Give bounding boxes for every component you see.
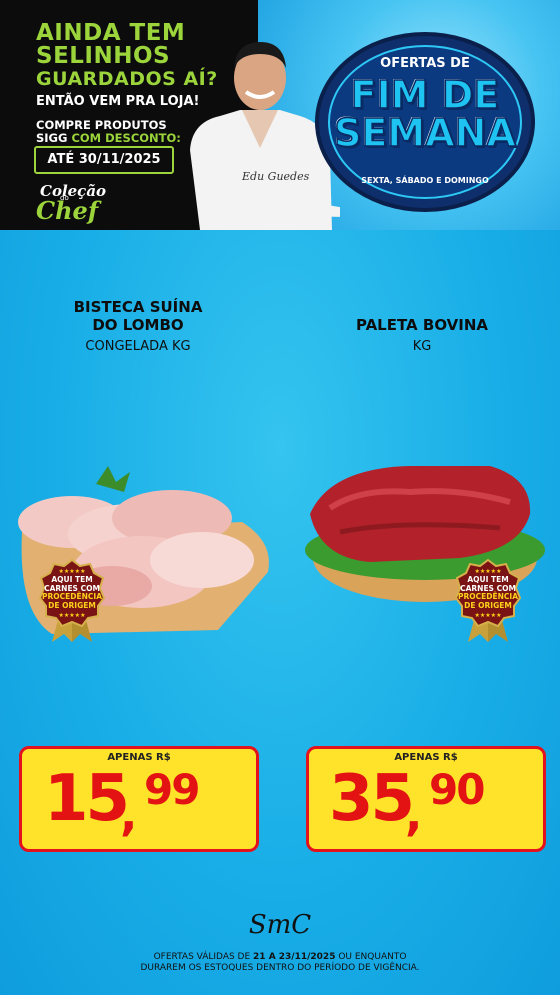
colecao-do-chef-logo: Coleção do Chef — [36, 182, 107, 225]
price-tag: APENAS R$ 35 , 90 — [306, 746, 546, 852]
origin-seal-badge: ★★★★★ AQUI TEM CARNES COM PROCEDÊNCIA DE… — [454, 558, 522, 642]
banner-subheadline: ENTÃO VEM PRA LOJA! — [36, 94, 200, 109]
banner-compre-text: COMPRE PRODUTOS SIGG COM DESCONTO: — [36, 118, 181, 145]
promo-banner[interactable]: AINDA TEM SELINHOS GUARDADOS AÍ? ENTÃO V… — [0, 0, 560, 230]
product-unit: CONGELADA KG — [85, 339, 191, 354]
smc-logo: SmC — [248, 910, 312, 940]
signature-text: Edu Guedes — [241, 170, 310, 183]
product-unit: KG — [412, 339, 432, 354]
banner-date-badge: ATÉ 30/11/2025 — [34, 146, 174, 174]
price-tag: APENAS R$ 15 , 99 — [19, 746, 259, 852]
origin-seal-badge: ★★★★★ AQUI TEM CARNES COM PROCEDÊNCIA DE… — [38, 558, 106, 642]
product-title: BISTECA SUÍNA DO LOMBO — [73, 298, 203, 334]
product-title: PALETA BOVINA — [355, 316, 489, 334]
validity-disclaimer: OFERTAS VÁLIDAS DE 21 A 23/11/2025 OU EN… — [140, 952, 420, 973]
ofertas-fim-de-semana-emblem: OFERTAS DE FIM DE SEMANA SEXTA, SÁBADO E… — [313, 28, 537, 216]
